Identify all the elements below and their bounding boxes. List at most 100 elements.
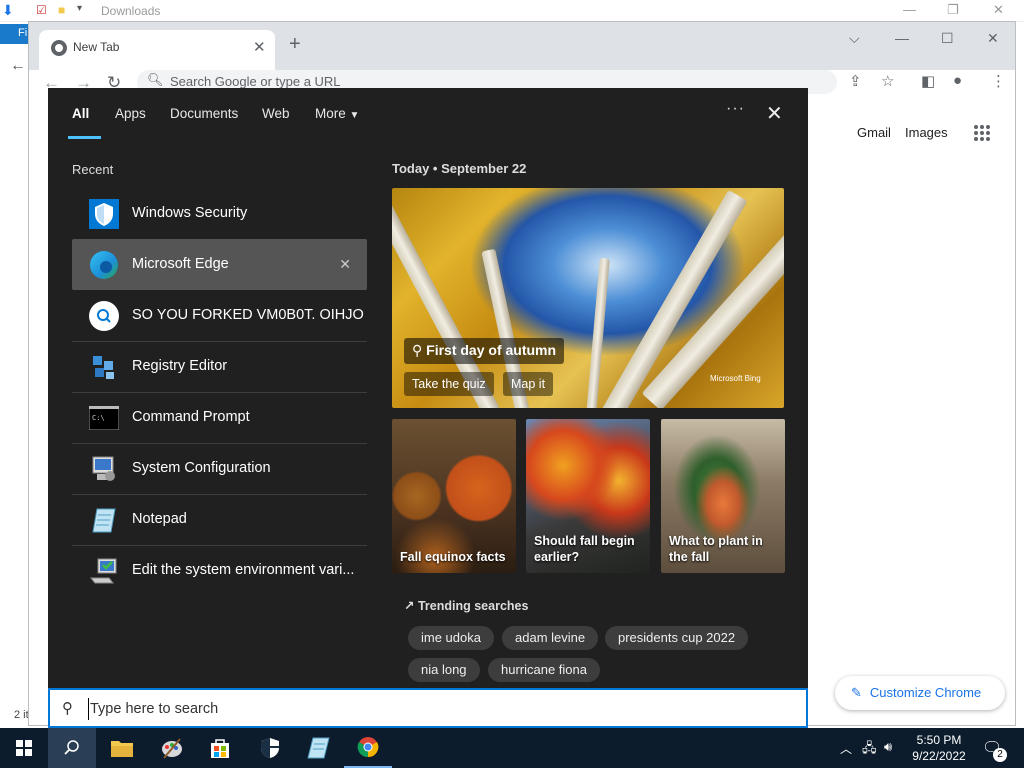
taskbar-search-box[interactable]: ⚲ [48,688,808,728]
customize-chrome-label: Customize Chrome [869,685,982,700]
taskbar-store[interactable] [196,728,244,768]
news-card[interactable]: What to plant in the fall [661,419,785,573]
news-card[interactable]: Fall equinox facts [392,419,516,573]
tab-apps[interactable]: Apps [115,106,146,121]
svg-text:C:\: C:\ [92,414,105,422]
clock-date[interactable]: 9/22/2022 [904,749,974,763]
recent-item-label: Microsoft Edge [132,256,229,272]
recent-item-registry-editor[interactable]: Registry Editor [72,341,367,392]
tab-web[interactable]: Web [262,106,290,121]
taskbar-chrome[interactable] [344,728,392,768]
taskbar-windows-security[interactable] [246,728,294,768]
tab-search-chevron-icon[interactable]: ⌵ [849,30,860,47]
explorer-close-button[interactable]: ✕ [993,2,1004,18]
search-filter-tabs: All Apps Documents Web More ▼ ··· ✕ [48,88,808,139]
trending-arrow-icon: ↗ [404,599,415,613]
bookmark-star-icon[interactable]: ☆ [881,72,894,90]
notepad-icon [307,737,330,759]
new-tab-button[interactable]: + [289,33,301,56]
quick-access-dropdown-icon[interactable]: ▾ [77,3,82,14]
search-input[interactable] [88,698,788,720]
images-link[interactable]: Images [905,125,948,140]
recent-item-windows-security[interactable]: Windows Security [72,188,367,239]
volume-icon[interactable]: 🔊︎ [884,739,892,755]
recent-item-label: Notepad [132,511,187,527]
shield-icon [88,198,119,229]
news-card-caption: Should fall begin earlier? [534,534,635,564]
search-icon [64,740,79,755]
google-apps-icon[interactable] [974,125,990,141]
trending-pill[interactable]: presidents cup 2022 [605,626,749,650]
trending-pill[interactable]: adam levine [502,626,599,650]
side-panel-icon[interactable]: ◧ [921,72,935,90]
news-card[interactable]: Should fall begin earlier? [526,419,650,573]
share-icon[interactable]: ⇪ [849,72,862,90]
windows-icon [16,740,32,756]
cmd-icon: C:\ [88,402,119,433]
panel-close-icon[interactable]: ✕ [766,101,783,126]
store-icon [211,739,229,758]
recent-item-web-search[interactable]: SO YOU FORKED VM0B0T. OIHJO... [72,290,367,341]
tab-more[interactable]: More ▼ [315,106,359,121]
trending-pill[interactable]: nia long [408,658,480,682]
properties-icon: ☑ [36,3,47,17]
taskbar-paint[interactable] [148,728,196,768]
more-options-icon[interactable]: ··· [726,100,745,118]
pencil-icon: ✎ [851,685,862,700]
tab-close-icon[interactable]: ✕ [253,38,266,56]
explorer-restore-button[interactable]: ❐ [947,2,959,18]
search-icon: 🔍︎ [147,72,164,87]
remove-recent-icon[interactable]: ✕ [339,256,351,273]
explorer-title: Downloads [101,4,161,18]
recent-item-label: Windows Security [132,205,248,221]
back-arrow-icon[interactable]: ← [10,57,26,75]
shield-icon [261,738,279,758]
profile-icon[interactable]: ● [953,72,962,89]
recent-item-microsoft-edge[interactable]: Microsoft Edge ✕ [72,239,367,290]
recent-heading: Recent [72,162,114,177]
chrome-icon [51,40,67,56]
recent-item-notepad[interactable]: Notepad [72,494,367,545]
msconfig-icon [88,453,119,484]
search-icon: ⚲ [62,700,73,717]
registry-icon [88,351,119,382]
trending-pill[interactable]: hurricane fiona [488,658,600,682]
trending-heading-label: Trending searches [417,599,529,613]
customize-chrome-button[interactable]: ✎ Customize Chrome [835,676,1005,710]
explorer-minimize-button[interactable]: — [903,2,916,17]
map-it-button[interactable]: Map it [503,372,554,396]
folder-icon: ■ [58,3,66,17]
recent-item-system-environment[interactable]: Edit the system environment vari... [72,545,367,596]
taskbar-file-explorer[interactable] [98,728,146,768]
chrome-icon [357,737,379,758]
hero-image-card[interactable]: ⚲ First day of autumn Take the quiz Map … [392,188,784,408]
start-search-panel: All Apps Documents Web More ▼ ··· ✕ Rece… [48,88,808,728]
recent-item-command-prompt[interactable]: C:\ Command Prompt [72,392,367,443]
tab-all[interactable]: All [72,106,89,121]
clock-time[interactable]: 5:50 PM [904,733,974,747]
chrome-maximize-button[interactable]: ☐ [941,30,954,47]
chrome-minimize-button[interactable]: — [895,30,909,46]
chrome-close-button[interactable]: ✕ [987,30,999,47]
recent-item-label: Command Prompt [132,409,250,425]
start-button[interactable] [0,728,48,768]
hero-caption[interactable]: ⚲ First day of autumn [404,338,565,364]
news-card-caption: Fall equinox facts [400,550,506,564]
show-hidden-icons-chevron-icon[interactable]: ︿ [840,740,852,757]
explorer-file-tab[interactable]: Fi [0,24,30,44]
active-tab-indicator [68,136,101,139]
taskbar-notepad[interactable] [294,728,342,768]
taskbar-search-button[interactable] [48,728,96,768]
gmail-link[interactable]: Gmail [857,125,891,140]
system-properties-icon [88,555,119,586]
tab-new-tab[interactable]: New Tab ✕ [39,30,275,70]
network-icon[interactable]: 🖧︎ [862,739,877,761]
trending-pill[interactable]: ime udoka [408,626,494,650]
taskbar: ︿ 🖧︎ 🔊︎ 5:50 PM 9/22/2022 🗨︎ 2 [0,728,1024,768]
recent-item-system-configuration[interactable]: System Configuration [72,443,367,494]
omnibox-placeholder: Search Google or type a URL [170,74,341,89]
menu-dots-icon[interactable]: ⋮ [991,72,1006,90]
tab-documents[interactable]: Documents [170,106,238,121]
take-quiz-button[interactable]: Take the quiz [404,372,494,396]
location-pin-icon: ⚲ [412,342,423,358]
